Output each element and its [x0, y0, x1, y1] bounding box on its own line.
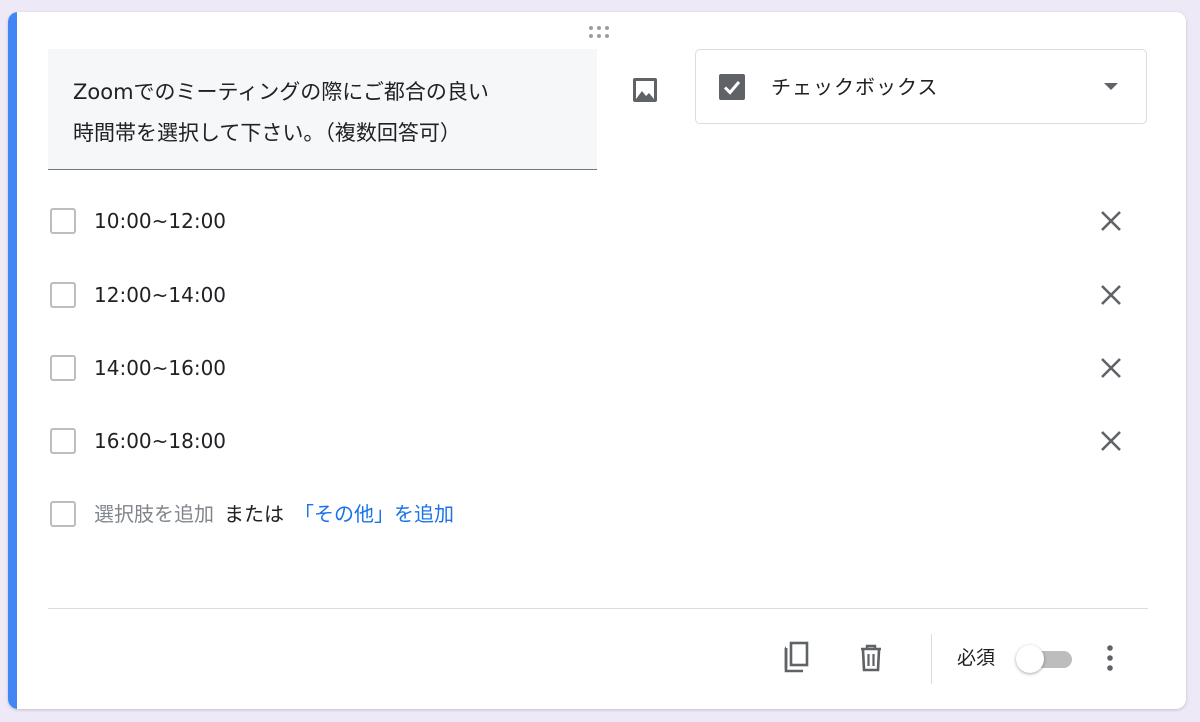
toggle-knob: [1016, 645, 1044, 673]
close-icon[interactable]: [1094, 424, 1128, 458]
close-icon[interactable]: [1094, 204, 1128, 238]
question-type-label: チェックボックス: [771, 75, 939, 99]
option-row: 12:00~14:00: [48, 278, 1148, 318]
option-label[interactable]: 16:00~18:00: [94, 427, 226, 455]
close-icon[interactable]: [1094, 351, 1128, 385]
option-row: 14:00~16:00: [48, 351, 1148, 391]
or-label: または: [224, 502, 284, 526]
option-label[interactable]: 12:00~14:00: [94, 281, 226, 309]
question-title-field[interactable]: Zoomでのミーティングの際にご都合の良い 時間帯を選択して下さい。（複数回答可…: [48, 49, 597, 170]
active-accent-bar: [8, 12, 17, 709]
question-card: Zoomでのミーティングの際にご都合の良い 時間帯を選択して下さい。（複数回答可…: [8, 12, 1186, 709]
add-choice-input[interactable]: 選択肢を追加: [94, 502, 214, 526]
option-checkbox: [50, 501, 76, 527]
add-option-row: 選択肢を追加 または 「その他」を追加: [48, 497, 1148, 537]
footer-separator: [931, 634, 932, 684]
chevron-down-icon: [1104, 83, 1118, 90]
required-toggle[interactable]: [1016, 645, 1076, 673]
required-label: 必須: [957, 647, 996, 669]
option-checkbox: [50, 208, 76, 234]
trash-icon[interactable]: [851, 638, 891, 678]
add-option-text: 選択肢を追加 または 「その他」を追加: [94, 500, 454, 528]
option-checkbox: [50, 282, 76, 308]
checkbox-checked-icon: [718, 73, 746, 101]
question-title-line-1: Zoomでのミーティングの際にご都合の良い: [73, 80, 489, 104]
option-row: 10:00~12:00: [48, 204, 1148, 244]
question-title-text: Zoomでのミーティングの際にご都合の良い 時間帯を選択して下さい。（複数回答可…: [73, 72, 583, 154]
add-other-link[interactable]: 「その他」を追加: [294, 502, 454, 526]
option-checkbox: [50, 428, 76, 454]
close-icon[interactable]: [1094, 278, 1128, 312]
option-checkbox: [50, 355, 76, 381]
option-row: 16:00~18:00: [48, 424, 1148, 464]
question-title-line-2: 時間帯を選択して下さい。（複数回答可）: [73, 121, 461, 145]
question-type-dropdown[interactable]: チェックボックス: [695, 49, 1147, 124]
option-label[interactable]: 10:00~12:00: [94, 207, 226, 235]
more-vert-icon[interactable]: [1098, 640, 1122, 676]
option-label[interactable]: 14:00~16:00: [94, 354, 226, 382]
drag-handle-icon[interactable]: [585, 24, 613, 40]
copy-icon[interactable]: [776, 638, 816, 678]
image-icon[interactable]: [627, 72, 663, 108]
footer-divider: [48, 608, 1148, 609]
